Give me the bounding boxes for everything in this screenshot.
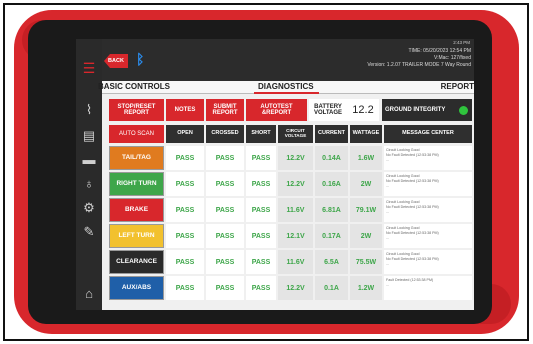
column-message-center: MESSAGE CENTER: [384, 125, 472, 143]
circuit-voltage-value: 12.2V: [278, 276, 313, 300]
crossed-status: PASS: [206, 250, 244, 274]
column-wattage: WATTAGE: [350, 125, 382, 143]
back-button[interactable]: BACK: [104, 54, 128, 68]
message-text: Circuit Looking Good No Fault Detected (…: [384, 224, 472, 248]
notes-button[interactable]: NOTES: [166, 99, 204, 121]
auto-scan-button[interactable]: AUTO SCAN: [109, 125, 164, 143]
circuit-button[interactable]: LEFT TURN: [109, 224, 164, 248]
wattage-value: 1.2W: [350, 276, 382, 300]
tab-diagnostics[interactable]: DIAGNOSTICS: [258, 82, 314, 91]
sidebar: ☰ ⌇ ▤ ▬ ♁ ⚙ ✎ ⌂: [76, 39, 102, 310]
circuit-button[interactable]: BRAKE: [109, 198, 164, 222]
settings-icon[interactable]: ⚙: [80, 199, 98, 217]
message-text: Circuit Looking Good No Fault Detected (…: [384, 146, 472, 170]
crossed-status: PASS: [206, 198, 244, 222]
circuit-button[interactable]: AUX/ABS: [109, 276, 164, 300]
circuit-button[interactable]: TAIL/TAG: [109, 146, 164, 170]
column-short: SHORT: [246, 125, 276, 143]
message-text: Circuit Looking Good No Fault Detected (…: [384, 172, 472, 196]
scan-icon[interactable]: ⌂: [80, 285, 98, 303]
menu-icon[interactable]: ☰: [80, 59, 98, 77]
current-value: 6.5A: [315, 250, 348, 274]
circuit-voltage-value: 12.2V: [278, 146, 313, 170]
message-text: Fault Detected (12:53:38 PM) ...: [384, 276, 472, 300]
open-status: PASS: [166, 276, 204, 300]
wattage-value: 2W: [350, 172, 382, 196]
ground-integrity-label: GROUND INTEGRITY: [385, 107, 446, 113]
circuit-voltage-value: 12.2V: [278, 172, 313, 196]
info-line-device: V:Mac: 127/fixed: [433, 55, 471, 61]
crossed-status: PASS: [206, 146, 244, 170]
autotest-report-button[interactable]: AUTOTEST &REPORT: [246, 99, 307, 121]
open-status: PASS: [166, 250, 204, 274]
tab-report[interactable]: REPORT: [441, 82, 474, 91]
wattage-value: 1.6W: [350, 146, 382, 170]
status-time: 2:43 PM: [453, 40, 470, 45]
ground-status-indicator: [459, 105, 469, 115]
info-line-version: Version: 1.2.07 TRAILER MODE 7 Way Round: [367, 62, 471, 68]
battery-voltage-label: BATTERY VOLTAGE: [309, 99, 347, 121]
current-value: 0.17A: [315, 224, 348, 248]
current-value: 0.14A: [315, 146, 348, 170]
open-status: PASS: [166, 198, 204, 222]
short-status: PASS: [246, 172, 276, 196]
stop-reset-report-button[interactable]: STOP/RESET REPORT: [109, 99, 164, 121]
tab-bar: BASIC CONTROLS DIAGNOSTICS REPORT: [98, 81, 474, 94]
current-value: 0.1A: [315, 276, 348, 300]
active-tab-indicator: [254, 92, 319, 94]
bluetooth-icon[interactable]: ᛒ: [136, 51, 144, 67]
circuit-voltage-value: 11.6V: [278, 250, 313, 274]
device-info: TIME: 05/20/2023 12:54 PM V:Mac: 127/fix…: [367, 48, 471, 69]
top-bar: 2:43 PM BACK ᛒ TIME: 05/20/2023 12:54 PM…: [102, 39, 474, 81]
short-status: PASS: [246, 146, 276, 170]
wattage-value: 79.1W: [350, 198, 382, 222]
circuit-voltage-value: 12.1V: [278, 224, 313, 248]
crossed-status: PASS: [206, 172, 244, 196]
open-status: PASS: [166, 172, 204, 196]
column-circuit-voltage: CIRCUIT VOLTAGE: [278, 125, 313, 143]
edit-icon[interactable]: ✎: [80, 223, 98, 241]
crossed-status: PASS: [206, 224, 244, 248]
main-content: 2:43 PM BACK ᛒ TIME: 05/20/2023 12:54 PM…: [98, 39, 474, 310]
column-current: CURRENT: [315, 125, 348, 143]
column-crossed: CROSSED: [206, 125, 244, 143]
open-status: PASS: [166, 146, 204, 170]
circuit-voltage-value: 11.6V: [278, 198, 313, 222]
short-status: PASS: [246, 276, 276, 300]
circuit-button[interactable]: RIGHT TURN: [109, 172, 164, 196]
pulse-icon[interactable]: ⌇: [80, 101, 98, 119]
wattage-value: 75.5W: [350, 250, 382, 274]
current-value: 0.16A: [315, 172, 348, 196]
battery-voltage-value: 12.2: [347, 99, 379, 121]
column-open: OPEN: [166, 125, 204, 143]
tab-basic-controls[interactable]: BASIC CONTROLS: [98, 82, 170, 91]
submit-report-button[interactable]: SUBMIT REPORT: [206, 99, 244, 121]
current-value: 6.81A: [315, 198, 348, 222]
crossed-status: PASS: [206, 276, 244, 300]
circuit-button[interactable]: CLEARANCE: [109, 250, 164, 274]
message-text: Circuit Looking Good No Fault Detected (…: [384, 198, 472, 222]
message-text: Circuit Looking Good No Fault Detected (…: [384, 250, 472, 274]
ground-integrity-panel: GROUND INTEGRITY: [382, 99, 472, 121]
info-line-time: TIME: 05/20/2023 12:54 PM: [408, 48, 471, 54]
bulb-icon[interactable]: ♁: [80, 175, 98, 193]
short-status: PASS: [246, 198, 276, 222]
short-status: PASS: [246, 224, 276, 248]
wattage-value: 2W: [350, 224, 382, 248]
open-status: PASS: [166, 224, 204, 248]
folder-icon[interactable]: ▬: [80, 151, 98, 169]
short-status: PASS: [246, 250, 276, 274]
clipboard-icon[interactable]: ▤: [80, 127, 98, 145]
